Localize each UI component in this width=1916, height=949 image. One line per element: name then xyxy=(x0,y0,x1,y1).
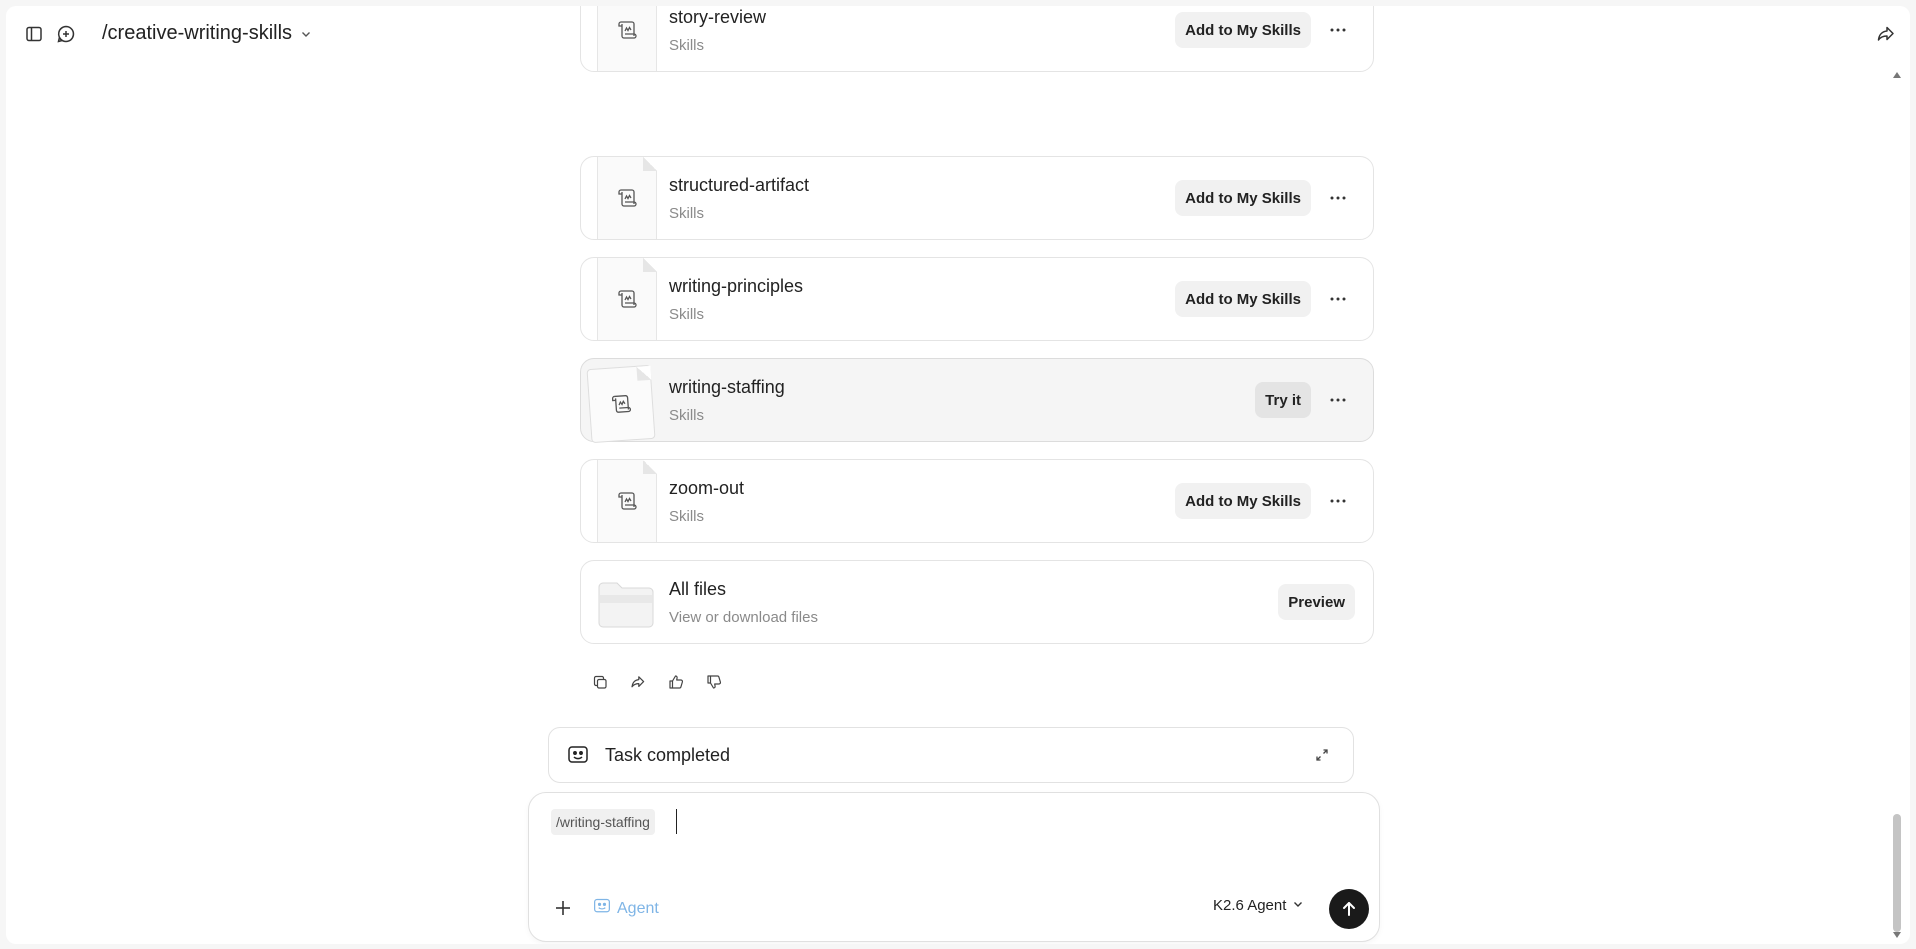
share-icon[interactable] xyxy=(1872,20,1900,48)
more-options-icon[interactable] xyxy=(1325,488,1351,514)
skill-type: Skills xyxy=(669,205,705,222)
sidebar-toggle-icon[interactable] xyxy=(20,20,48,48)
vertical-scrollbar[interactable] xyxy=(1892,72,1902,938)
text-cursor xyxy=(676,809,677,834)
skill-card-writing-staffing[interactable]: writing-staffing Skills Try it xyxy=(580,358,1374,444)
scroll-file-icon xyxy=(586,364,656,444)
agent-icon xyxy=(567,744,589,771)
skill-card-zoom-out[interactable]: zoom-out Skills Add to My Skills xyxy=(580,459,1374,543)
skill-name: story-review xyxy=(669,7,767,27)
agent-mode-toggle[interactable]: Agent xyxy=(593,897,659,920)
skill-card-structured-artifact[interactable]: structured-artifact Skills Add to My Ski… xyxy=(580,156,1374,240)
scroll-file-icon xyxy=(597,6,657,71)
more-options-icon[interactable] xyxy=(1325,17,1351,43)
skill-type: Skills xyxy=(669,37,705,54)
model-selector[interactable]: K2.6 Agent xyxy=(1213,897,1304,914)
skill-type: Skills xyxy=(669,407,705,424)
scroll-file-icon xyxy=(597,460,657,542)
task-status-bar[interactable]: Task completed xyxy=(548,727,1354,783)
skill-name: writing-principles xyxy=(669,276,804,296)
more-options-icon[interactable] xyxy=(1325,185,1351,211)
model-label: K2.6 Agent xyxy=(1213,897,1287,914)
share-icon[interactable] xyxy=(628,672,648,692)
try-it-button[interactable]: Try it xyxy=(1255,382,1311,418)
add-to-my-skills-button[interactable]: Add to My Skills xyxy=(1175,12,1311,48)
skill-card-story-review[interactable]: story-review Skills Add to My Skills xyxy=(580,6,1374,72)
skill-type: Skills xyxy=(669,508,705,525)
scroll-file-icon xyxy=(597,258,657,340)
plus-icon[interactable] xyxy=(551,896,575,920)
scroll-file-icon xyxy=(597,157,657,239)
scrollbar-thumb[interactable] xyxy=(1893,814,1901,932)
add-to-my-skills-button[interactable]: Add to My Skills xyxy=(1175,180,1311,216)
add-to-my-skills-button[interactable]: Add to My Skills xyxy=(1175,281,1311,317)
thumbs-up-icon[interactable] xyxy=(666,672,686,692)
add-to-my-skills-button[interactable]: Add to My Skills xyxy=(1175,483,1311,519)
all-files-card[interactable]: All files View or download files Preview xyxy=(580,560,1374,644)
expand-icon[interactable] xyxy=(1315,748,1329,767)
agent-icon xyxy=(593,897,611,920)
thumbs-down-icon[interactable] xyxy=(704,672,724,692)
skill-name: structured-artifact xyxy=(669,175,810,195)
copy-icon[interactable] xyxy=(590,672,610,692)
skill-card-writing-principles[interactable]: writing-principles Skills Add to My Skil… xyxy=(580,257,1374,341)
scroll-down-arrow[interactable] xyxy=(1893,932,1901,938)
all-files-description: View or download files xyxy=(669,609,818,626)
page-title: /creative-writing-skills xyxy=(102,22,293,44)
more-options-icon[interactable] xyxy=(1325,286,1351,312)
message-actions xyxy=(590,672,724,692)
arrow-up-icon xyxy=(1343,902,1355,916)
skill-name: zoom-out xyxy=(669,478,745,498)
page-title-dropdown[interactable]: /creative-writing-skills xyxy=(102,22,312,45)
send-button[interactable] xyxy=(1329,889,1369,929)
more-options-icon[interactable] xyxy=(1325,387,1351,413)
task-status-label: Task completed xyxy=(605,745,731,765)
scroll-up-arrow[interactable] xyxy=(1893,72,1901,78)
folder-icon xyxy=(597,577,655,634)
new-chat-icon[interactable] xyxy=(52,20,80,48)
chevron-down-icon xyxy=(1292,897,1304,914)
all-files-title: All files xyxy=(669,579,727,599)
message-composer[interactable]: /writing-staffing Agent K2.6 Agent xyxy=(528,792,1380,942)
agent-mode-label: Agent xyxy=(617,899,659,917)
skill-type: Skills xyxy=(669,306,705,323)
chevron-down-icon xyxy=(300,28,312,40)
app-window: /creative-writing-skills story-review Sk… xyxy=(6,6,1910,944)
preview-button[interactable]: Preview xyxy=(1278,584,1355,620)
skill-name: writing-staffing xyxy=(669,377,785,397)
skill-command-chip[interactable]: /writing-staffing xyxy=(551,809,655,835)
